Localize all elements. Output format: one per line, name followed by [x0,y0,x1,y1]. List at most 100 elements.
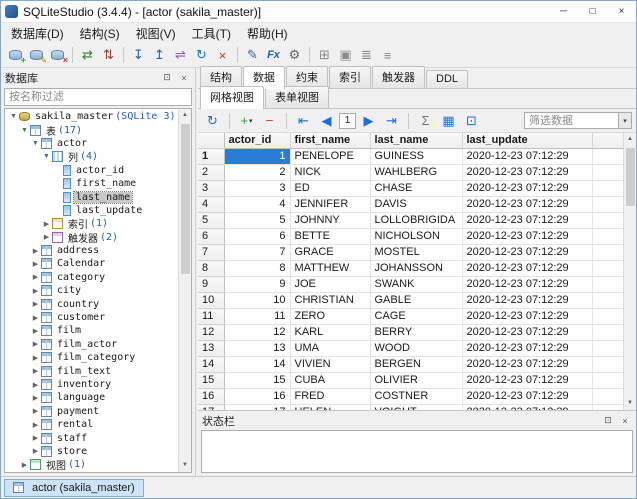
data-cell[interactable]: BERRY [370,325,462,341]
data-cell[interactable]: 3 [224,181,290,197]
menu-database[interactable]: 数据库(D) [3,23,72,44]
tree-item-column-last_name[interactable]: last_name [5,190,178,203]
add-database-icon[interactable]: + [5,45,26,66]
tab-structure[interactable]: 结构 [200,66,242,88]
expander-closed-icon[interactable]: ▶ [30,434,41,442]
row-number-cell[interactable]: 4 [198,197,224,213]
expander-closed-icon[interactable]: ▶ [30,340,41,348]
row-number-cell[interactable]: 12 [198,325,224,341]
data-cell[interactable]: GUINESS [370,149,462,165]
data-cell[interactable]: 2020-12-23 07:12:29 [462,357,592,373]
tree-item-triggers-folder[interactable]: ▶触发器(2) [5,231,178,244]
tree-item-indexes-folder[interactable]: ▶索引(1) [5,217,178,230]
data-cell[interactable]: JOHANSSON [370,261,462,277]
column-header-actor_id[interactable]: actor_id [224,133,290,149]
fit-columns-icon[interactable]: ⊡ [461,110,482,131]
data-cell[interactable]: CUBA [290,373,370,389]
data-cell[interactable]: 6 [224,229,290,245]
menu-structure[interactable]: 结构(S) [72,23,128,44]
scroll-up-icon[interactable]: ▲ [179,109,191,122]
tile-windows-icon[interactable]: ⊞ [314,45,335,66]
function-editor-icon[interactable]: Fx [263,45,284,66]
edit-database-icon[interactable]: ✎ [26,45,47,66]
expander-closed-icon[interactable]: ▶ [30,354,41,362]
data-cell[interactable]: KARL [290,325,370,341]
tree-scrollbar[interactable]: ▲ ▼ [178,109,191,472]
export-icon[interactable]: ↥ [149,45,170,66]
data-cell[interactable]: 2020-12-23 07:12:29 [462,229,592,245]
data-cell[interactable]: 2020-12-23 07:12:29 [462,261,592,277]
config-wrench-icon[interactable]: ⚙ [284,45,305,66]
insert-row-icon[interactable]: +▾ [236,110,257,131]
expander-closed-icon[interactable]: ▶ [41,233,52,241]
data-cell[interactable]: DAVIS [370,197,462,213]
next-page-icon[interactable]: ▶ [358,110,379,131]
expander-closed-icon[interactable]: ▶ [30,314,41,322]
row-number-cell[interactable]: 14 [198,357,224,373]
data-cell[interactable]: CHASE [370,181,462,197]
expander-closed-icon[interactable]: ▶ [30,447,41,455]
first-page-icon[interactable]: ⇤ [293,110,314,131]
subtab-form-view[interactable]: 表单视图 [265,86,329,108]
tree-item-table-customer[interactable]: ▶customer [5,311,178,324]
data-cell[interactable]: 14 [224,357,290,373]
data-cell[interactable]: 7 [224,245,290,261]
column-header-last_update[interactable]: last_update [462,133,592,149]
data-cell[interactable]: NICK [290,165,370,181]
data-cell[interactable]: 15 [224,373,290,389]
tree-item-sakila_master[interactable]: ▼sakila_master(SQLite 3) [5,110,178,123]
data-cell[interactable]: 2020-12-23 07:12:29 [462,181,592,197]
data-cell[interactable]: 1 [224,149,290,165]
data-cell[interactable]: 2020-12-23 07:12:29 [462,373,592,389]
row-number-cell[interactable]: 15 [198,373,224,389]
data-cell[interactable]: PENELOPE [290,149,370,165]
total-rows-icon[interactable]: Σ [415,110,436,131]
data-cell[interactable]: 16 [224,389,290,405]
window-list-icon[interactable]: ≣ [356,45,377,66]
data-cell[interactable]: VIVIEN [290,357,370,373]
data-cell[interactable]: 2020-12-23 07:12:29 [462,245,592,261]
expander-closed-icon[interactable]: ▶ [30,407,41,415]
data-cell[interactable]: 13 [224,341,290,357]
expander-open-icon[interactable]: ▼ [30,140,41,147]
data-cell[interactable]: 12 [224,325,290,341]
cascade-windows-icon[interactable]: ▣ [335,45,356,66]
data-cell[interactable]: GABLE [370,293,462,309]
expander-closed-icon[interactable]: ▶ [30,247,41,255]
data-cell[interactable]: MATTHEW [290,261,370,277]
tree-item-table-city[interactable]: ▶city [5,284,178,297]
data-cell[interactable]: UMA [290,341,370,357]
data-cell[interactable]: 2020-12-23 07:12:29 [462,149,592,165]
data-cell[interactable]: 2020-12-23 07:12:29 [462,341,592,357]
close-window-icon[interactable]: × [212,45,233,66]
tree-item-table-country[interactable]: ▶country [5,297,178,310]
tree-item-table-language[interactable]: ▶language [5,391,178,404]
scroll-up-icon[interactable]: ▲ [624,133,636,146]
remove-database-icon[interactable]: × [47,45,68,66]
tree-item-table-Calendar[interactable]: ▶Calendar [5,257,178,270]
data-cell[interactable]: CHRISTIAN [290,293,370,309]
data-cell[interactable]: 2 [224,165,290,181]
grid-config-icon[interactable]: ▦ [438,110,459,131]
data-cell[interactable]: WOOD [370,341,462,357]
tab-constraints[interactable]: 约束 [286,66,328,88]
data-cell[interactable]: 4 [224,197,290,213]
expander-open-icon[interactable]: ▼ [8,113,19,120]
last-page-icon[interactable]: ⇥ [381,110,402,131]
panel-close-icon[interactable]: × [177,71,191,85]
expander-closed-icon[interactable]: ▶ [30,327,41,335]
data-cell[interactable]: GRACE [290,245,370,261]
delete-row-icon[interactable]: − [259,110,280,131]
tree-item-table-film_text[interactable]: ▶film_text [5,364,178,377]
refresh-schema-icon[interactable]: ↻ [191,45,212,66]
data-cell[interactable]: ZERO [290,309,370,325]
data-filter-input[interactable] [524,112,619,129]
data-cell[interactable]: 2020-12-23 07:12:29 [462,325,592,341]
data-cell[interactable]: 2020-12-23 07:12:29 [462,277,592,293]
convert-database-icon[interactable]: ⇌ [170,45,191,66]
data-cell[interactable]: LOLLOBRIGIDA [370,213,462,229]
grid-scrollbar[interactable]: ▲ ▼ [623,133,636,410]
data-cell[interactable]: 2020-12-23 07:12:29 [462,389,592,405]
prev-page-icon[interactable]: ◀ [316,110,337,131]
data-cell[interactable]: JOE [290,277,370,293]
